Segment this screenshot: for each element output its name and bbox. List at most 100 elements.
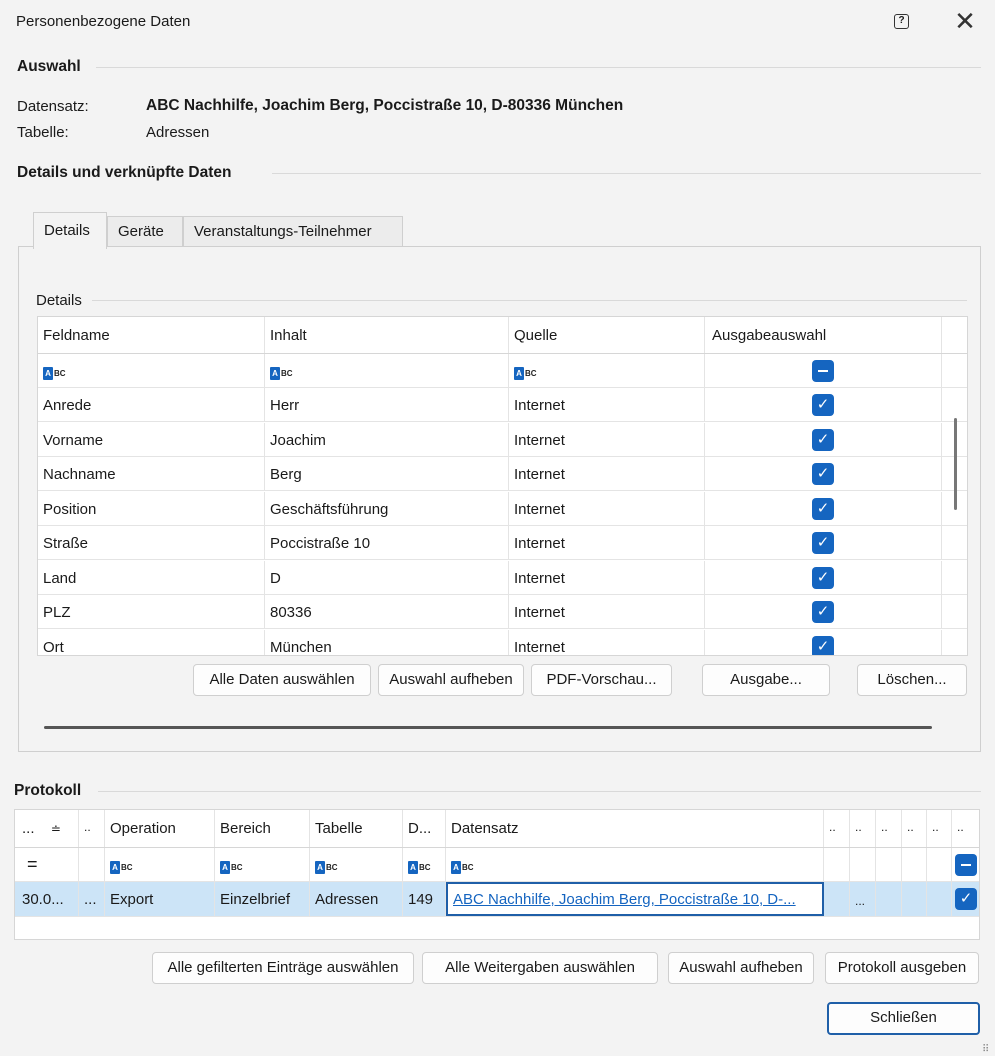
cell-tabelle[interactable]: Adressen: [310, 882, 403, 916]
cell-8[interactable]: [824, 882, 850, 916]
filter-cell-datensatz[interactable]: A BC: [446, 848, 824, 881]
table-row[interactable]: Straße Poccistraße 10 Internet ✓: [38, 526, 967, 560]
table-row[interactable]: Ort München Internet ✓: [38, 629, 967, 655]
column-header-9[interactable]: ..: [850, 810, 876, 847]
table-row[interactable]: 30.0... ... Export Einzelbrief Adressen …: [15, 882, 979, 917]
select-all-shares-button[interactable]: Alle Weitergaben auswählen: [422, 952, 658, 984]
column-header-12[interactable]: ..: [927, 810, 952, 847]
checkbox-checked[interactable]: ✓: [812, 497, 834, 520]
filter-cell[interactable]: [79, 848, 105, 881]
cell-inhalt[interactable]: D: [265, 560, 509, 594]
cell-quelle[interactable]: Internet: [509, 388, 705, 421]
cell-12[interactable]: [927, 882, 952, 916]
filter-cell[interactable]: [902, 848, 927, 881]
filter-cell-feldname[interactable]: A BC: [38, 354, 265, 387]
cell-feldname[interactable]: Land: [38, 560, 265, 594]
cell-inhalt[interactable]: Geschäftsführung: [265, 491, 509, 525]
tab-details[interactable]: Details: [33, 212, 107, 249]
cell-inhalt[interactable]: Berg: [265, 457, 509, 490]
table-row[interactable]: Nachname Berg Internet ✓: [38, 457, 967, 491]
column-header-inhalt[interactable]: Inhalt: [265, 317, 509, 353]
cell-feldname[interactable]: Vorname: [38, 422, 265, 456]
datensatz-link[interactable]: ABC Nachhilfe, Joachim Berg, Poccistraße…: [453, 891, 796, 908]
clear-selection-button[interactable]: Auswahl aufheben: [378, 664, 524, 696]
details-vertical-scrollbar[interactable]: [954, 418, 957, 510]
cell-feldname[interactable]: Straße: [38, 526, 265, 559]
checkbox-checked[interactable]: ✓: [812, 532, 834, 554]
help-icon[interactable]: ?: [894, 14, 909, 29]
filter-cell-quelle[interactable]: A BC: [509, 354, 705, 387]
cell-bereich[interactable]: Einzelbrief: [215, 882, 310, 916]
resize-grip-icon[interactable]: ⠿: [982, 1044, 989, 1055]
cell-quelle[interactable]: Internet: [509, 629, 705, 655]
protokoll-output-button[interactable]: Protokoll ausgeben: [825, 952, 979, 984]
checkbox-checked[interactable]: ✓: [812, 463, 834, 485]
cell-inhalt[interactable]: München: [265, 629, 509, 655]
column-header-13[interactable]: ..: [952, 810, 979, 847]
checkbox-checked[interactable]: ✓: [812, 635, 834, 655]
cell-quelle[interactable]: Internet: [509, 526, 705, 559]
checkbox-checked[interactable]: ✓: [955, 888, 977, 910]
details-horizontal-scrollbar[interactable]: [44, 726, 932, 729]
ausgabe-button[interactable]: Ausgabe...: [702, 664, 830, 696]
cell-quelle[interactable]: Internet: [509, 560, 705, 594]
filter-cell-operation[interactable]: A BC: [105, 848, 215, 881]
cell-quelle[interactable]: Internet: [509, 595, 705, 628]
cell-inhalt[interactable]: Herr: [265, 388, 509, 421]
cell-2[interactable]: ...: [79, 882, 105, 916]
cell-inhalt[interactable]: 80336: [265, 595, 509, 628]
checkbox-checked[interactable]: ✓: [812, 566, 834, 589]
column-header-8[interactable]: ..: [824, 810, 850, 847]
filter-cell[interactable]: [876, 848, 902, 881]
column-header-datensatz[interactable]: Datensatz: [446, 810, 824, 847]
filter-cell[interactable]: [850, 848, 876, 881]
cell-inhalt[interactable]: Joachim: [265, 422, 509, 456]
filter-cell-tabelle[interactable]: A BC: [310, 848, 403, 881]
column-header-feldname[interactable]: Feldname: [38, 317, 265, 353]
cell-feldname[interactable]: Nachname: [38, 457, 265, 490]
column-header-bereich[interactable]: Bereich: [215, 810, 310, 847]
select-filtered-entries-button[interactable]: Alle gefilterten Einträge auswählen: [152, 952, 414, 984]
column-header-2[interactable]: ..: [79, 810, 105, 847]
filter-cell-bereich[interactable]: A BC: [215, 848, 310, 881]
filter-operator-equals[interactable]: =: [15, 848, 79, 881]
cell-feldname[interactable]: Position: [38, 491, 265, 525]
column-header-quelle[interactable]: Quelle: [509, 317, 705, 353]
indeterminate-checkbox[interactable]: [812, 360, 834, 382]
cell-10[interactable]: [876, 882, 902, 916]
filter-cell-d[interactable]: A BC: [403, 848, 446, 881]
column-header-d[interactable]: D...: [403, 810, 446, 847]
close-button[interactable]: Schließen: [827, 1002, 980, 1035]
cell-d[interactable]: 149: [403, 882, 446, 916]
cell-inhalt[interactable]: Poccistraße 10: [265, 526, 509, 559]
cell-feldname[interactable]: Anrede: [38, 388, 265, 421]
cell-datensatz[interactable]: ABC Nachhilfe, Joachim Berg, Poccistraße…: [446, 882, 824, 916]
column-header-ausgabeauswahl[interactable]: Ausgabeauswahl: [705, 317, 942, 353]
cell-quelle[interactable]: Internet: [509, 422, 705, 456]
column-header-date[interactable]: ... ≐: [15, 810, 79, 847]
tab-veranstaltungs-teilnehmer[interactable]: Veranstaltungs-Teilnehmer: [183, 216, 403, 248]
table-row[interactable]: Anrede Herr Internet ✓: [38, 388, 967, 422]
filter-cell-inhalt[interactable]: A BC: [265, 354, 509, 387]
cell-9[interactable]: ...: [850, 882, 876, 916]
filter-cell[interactable]: [824, 848, 850, 881]
cell-feldname[interactable]: PLZ: [38, 595, 265, 628]
table-row[interactable]: Land D Internet ✓: [38, 560, 967, 595]
cell-11[interactable]: [902, 882, 927, 916]
checkbox-checked[interactable]: ✓: [812, 428, 834, 451]
filter-cell[interactable]: [927, 848, 952, 881]
loeschen-button[interactable]: Löschen...: [857, 664, 967, 696]
close-icon[interactable]: ✕: [952, 8, 978, 34]
pdf-preview-button[interactable]: PDF-Vorschau...: [531, 664, 672, 696]
checkbox-checked[interactable]: ✓: [812, 601, 834, 623]
table-row[interactable]: Vorname Joachim Internet ✓: [38, 422, 967, 457]
table-row[interactable]: Position Geschäftsführung Internet ✓: [38, 491, 967, 526]
cell-date[interactable]: 30.0...: [15, 882, 79, 916]
select-all-data-button[interactable]: Alle Daten auswählen: [193, 664, 371, 696]
protokoll-clear-selection-button[interactable]: Auswahl aufheben: [668, 952, 814, 984]
cell-feldname[interactable]: Ort: [38, 629, 265, 655]
column-header-11[interactable]: ..: [902, 810, 927, 847]
indeterminate-checkbox[interactable]: [955, 854, 977, 876]
cell-operation[interactable]: Export: [105, 882, 215, 916]
tab-geraete[interactable]: Geräte: [107, 216, 183, 248]
